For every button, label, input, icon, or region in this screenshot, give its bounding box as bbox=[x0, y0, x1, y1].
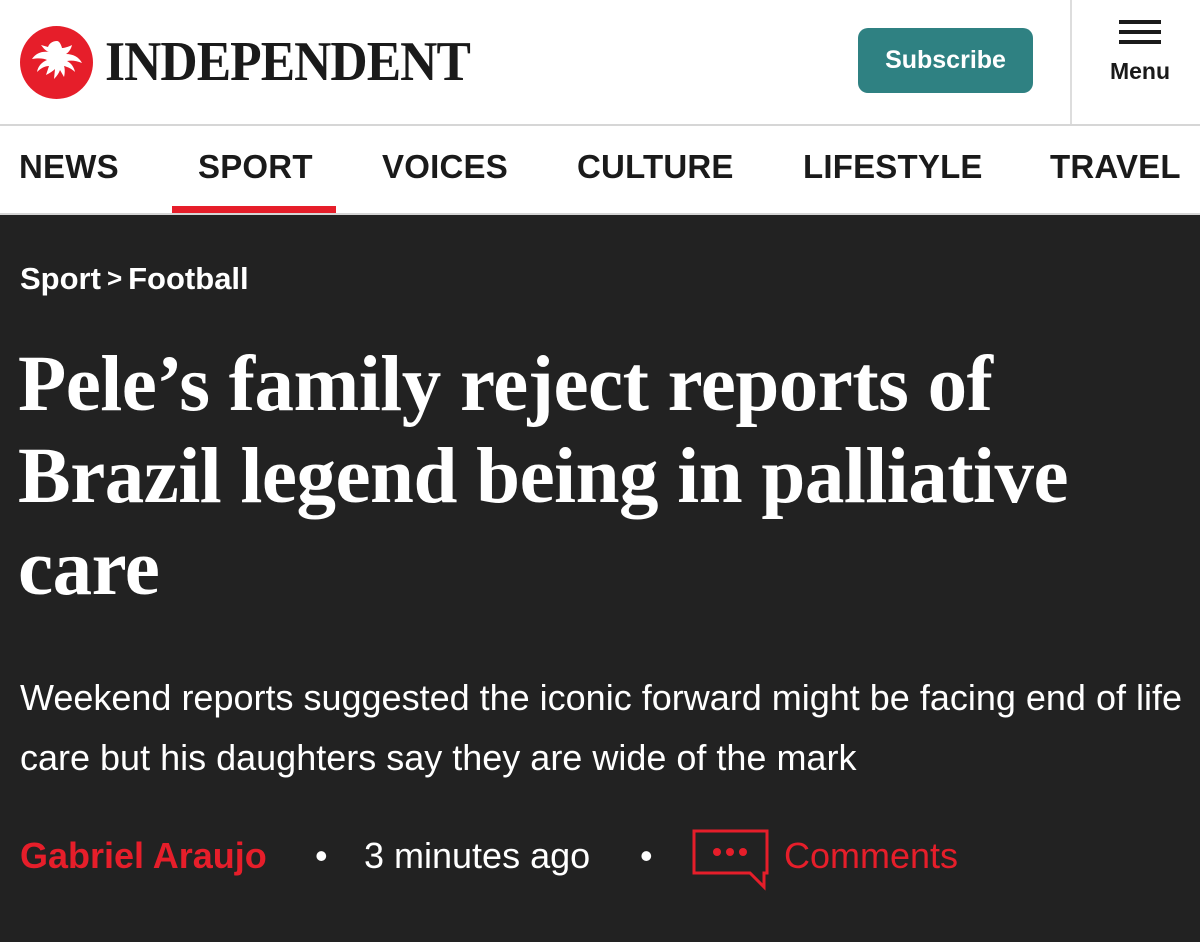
byline-separator: • bbox=[640, 835, 653, 876]
breadcrumb-sport-link[interactable]: Sport bbox=[20, 261, 101, 296]
author-link[interactable]: Gabriel Araujo bbox=[20, 835, 267, 877]
nav-item-culture[interactable]: CULTURE bbox=[577, 148, 734, 186]
nav-item-lifestyle[interactable]: LIFESTYLE bbox=[803, 148, 983, 186]
menu-button[interactable]: Menu bbox=[1090, 20, 1190, 104]
nav-item-voices[interactable]: VOICES bbox=[382, 148, 508, 186]
nav-item-news[interactable]: NEWS bbox=[19, 148, 119, 186]
article-header: Sport > Football Pele’s family reject repo… bbox=[0, 215, 1200, 942]
comments-link[interactable]: Comments bbox=[692, 829, 958, 899]
breadcrumb: Sport > Football bbox=[20, 261, 249, 297]
logo-link[interactable]: INDEPENDENT bbox=[20, 22, 502, 102]
hamburger-icon bbox=[1119, 20, 1161, 50]
breadcrumb-separator: > bbox=[106, 263, 123, 293]
logo-wordmark: INDEPENDENT bbox=[105, 31, 471, 93]
article-standfirst: Weekend reports suggested the iconic for… bbox=[20, 677, 1183, 778]
article-headline: Pele’s family reject reports of Brazil l… bbox=[18, 341, 1069, 612]
comments-label: Comments bbox=[784, 835, 959, 876]
site-header: INDEPENDENT Subscribe Menu bbox=[0, 0, 1200, 124]
comment-bubble-icon bbox=[692, 829, 770, 896]
nav-item-sport[interactable]: SPORT bbox=[198, 148, 313, 186]
breadcrumb-football-link[interactable]: Football bbox=[128, 261, 249, 296]
subscribe-button[interactable]: Subscribe bbox=[858, 28, 1033, 93]
active-nav-indicator bbox=[172, 206, 336, 213]
article-byline: Gabriel Araujo • 3 minutes ago • Comment… bbox=[20, 829, 1190, 899]
nav-item-travel[interactable]: TRAVEL bbox=[1050, 148, 1181, 186]
publish-time: 3 minutes ago bbox=[364, 835, 591, 876]
byline-separator: • bbox=[315, 835, 328, 876]
section-nav: NEWS SPORT VOICES CULTURE LIFESTYLE TRAV… bbox=[0, 124, 1200, 215]
eagle-logo-icon bbox=[20, 25, 93, 99]
header-divider bbox=[1070, 0, 1072, 124]
menu-label: Menu bbox=[1109, 58, 1171, 84]
